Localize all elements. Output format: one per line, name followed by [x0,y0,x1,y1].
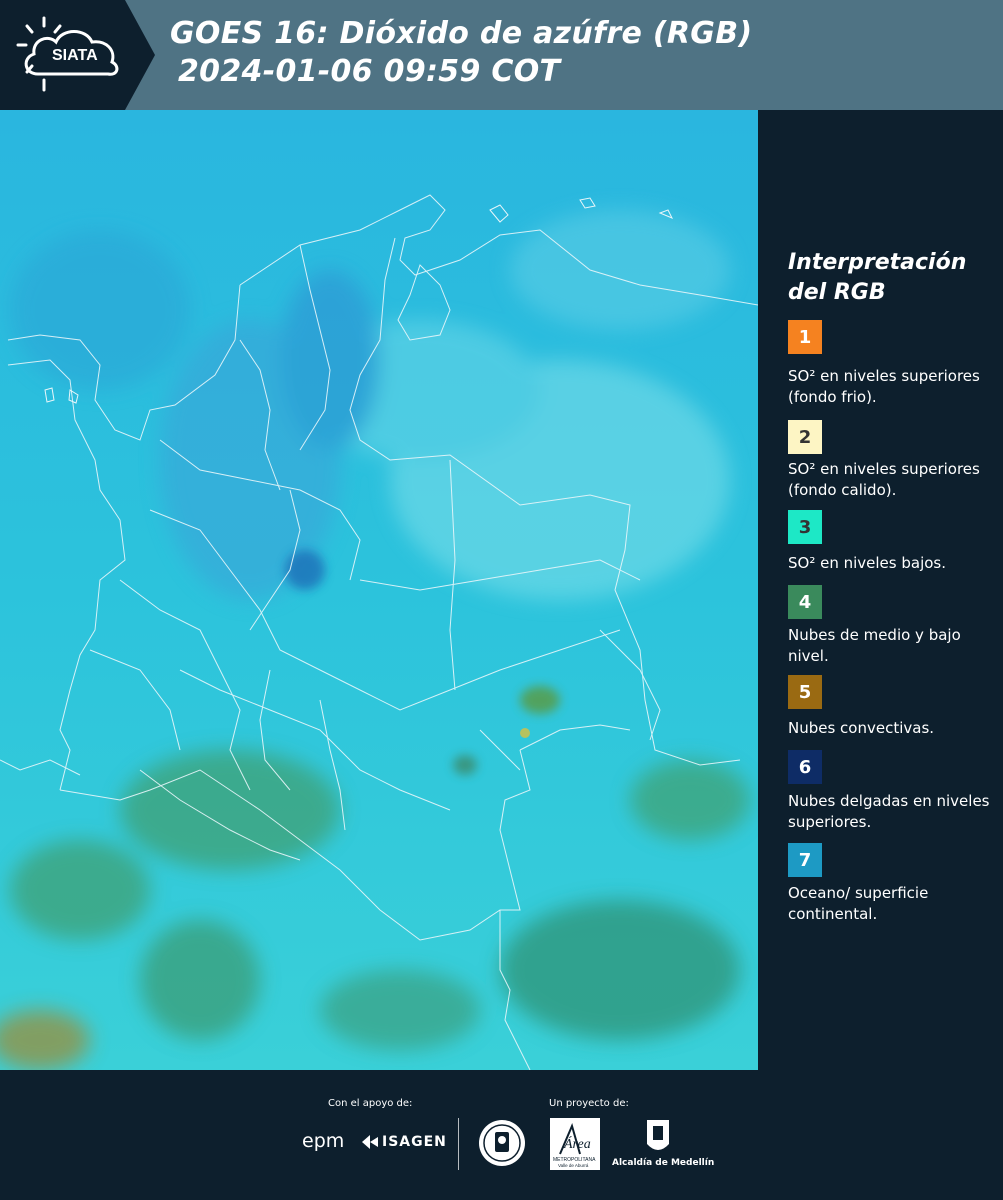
legend-swatch-2: 2 [788,420,822,454]
legend-title: Interpretación del RGB [788,248,988,308]
isagen-icon [362,1135,378,1149]
page-title: GOES 16: Dióxido de azúfre (RGB) [170,16,753,51]
footer-divider [458,1118,459,1170]
legend-label-6: Nubes delgadas en niveles superiores. [788,792,990,831]
project-label: Un proyecto de: [549,1098,629,1109]
legend-swatch-3: 3 [788,510,822,544]
satellite-map [0,110,758,1070]
area-metropolitana-logo: Área METROPOLITANA Valle de Aburrá [550,1118,600,1170]
siata-logo: SIATA [0,0,160,110]
isagen-logo: ISAGEN [382,1134,447,1150]
legend-panel: Interpretación del RGB 1 SO² en niveles s… [760,110,1003,1070]
medellin-seal-icon [479,1120,525,1166]
legend-title-line2: del RGB [788,280,886,305]
legend-title-line1: Interpretación [788,250,967,275]
header-bar: SIATA GOES 16: Dióxido de azúfre (RGB) 2… [0,0,1003,110]
support-label: Con el apoyo de: [328,1098,413,1109]
legend-swatch-7: 7 [788,843,822,877]
area-logo-sub2: Valle de Aburrá [558,1163,589,1168]
legend-swatch-4: 4 [788,585,822,619]
footer: Con el apoyo de: Un proyecto de: epm ISA… [0,1070,1003,1200]
alcaldia-shield-icon [647,1120,669,1150]
legend-swatch-1: 1 [788,320,822,354]
area-logo-name: Área [563,1135,591,1152]
legend-label-5: Nubes convectivas. [788,719,935,737]
epm-logo: epm [302,1130,345,1152]
legend-swatch-5: 5 [788,675,822,709]
logo-text: SIATA [52,47,98,64]
page-timestamp: 2024-01-06 09:59 COT [178,54,561,89]
legend-label-4: Nubes de medio y bajo nivel. [788,626,961,665]
legend-label-7: Oceano/ superficie continental. [788,884,929,923]
legend-label-1: SO² en niveles superiores (fondo frio). [788,367,980,406]
legend-label-3: SO² en niveles bajos. [788,554,947,572]
alcaldia-label: Alcaldía de Medellín [612,1158,715,1168]
legend-label-2: SO² en niveles superiores (fondo calido)… [788,460,980,499]
legend-swatch-6: 6 [788,750,822,784]
